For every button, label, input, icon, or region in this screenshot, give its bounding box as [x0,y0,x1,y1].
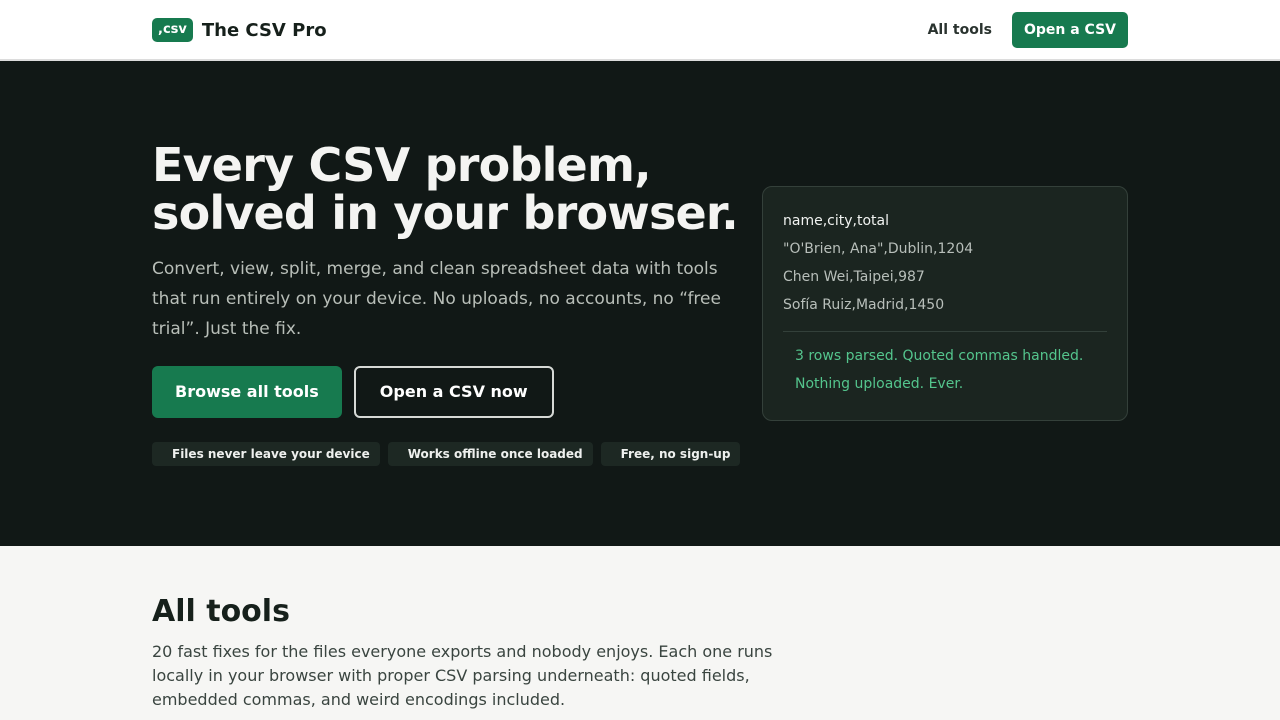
parse-result-text: 3 rows parsed. Quoted commas handled. [795,348,1084,364]
upload-status-text: Nothing uploaded. Ever. [795,376,964,392]
hero-actions: Browse all tools Open a CSV now [152,366,554,418]
top-navigation: ,csv The CSV Pro All tools Open a CSV [0,0,1280,61]
hero-section: Every CSV problem, solved in your browse… [0,61,1280,546]
all-tools-description: 20 fast fixes for the files everyone exp… [152,642,773,709]
preview-divider [783,331,1107,332]
csv-data-row: "O'Brien, Ana",Dublin,1204 [783,241,974,257]
csv-data-row: Sofía Ruiz,Madrid,1450 [783,297,945,313]
feature-badge: Works offline once loaded [387,442,593,466]
csv-preview-card: name,city,total "O'Brien, Ana",Dublin,12… [762,186,1128,421]
all-tools-section: All tools 20 fast fixes for the files ev… [152,592,852,712]
brand[interactable]: ,csv The CSV Pro [152,18,327,42]
hero-title: Every CSV problem, solved in your browse… [152,141,742,237]
hero-subtitle: Convert, view, split, merge, and clean s… [152,259,721,339]
nav-link-all-tools[interactable]: All tools [928,22,992,38]
browse-all-tools-button[interactable]: Browse all tools [152,366,342,418]
hero-title-line-1: Every CSV problem, [152,138,652,192]
csv-logo-icon: ,csv [152,18,193,42]
hero-title-line-2: solved in your browser. [152,186,739,240]
open-csv-now-button[interactable]: Open a CSV now [353,366,554,418]
brand-name: The CSV Pro [201,19,327,41]
header-nav: All tools Open a CSV [928,12,1128,48]
feature-badges: Files never leave your device Works offl… [152,442,748,466]
all-tools-title: All tools [152,594,290,629]
open-csv-button[interactable]: Open a CSV [1011,12,1128,48]
feature-badge: Files never leave your device [152,442,380,466]
csv-data-row: Chen Wei,Taipei,987 [783,269,925,285]
feature-badge: Free, no sign-up [600,442,741,466]
csv-header-row: name,city,total [783,213,889,229]
